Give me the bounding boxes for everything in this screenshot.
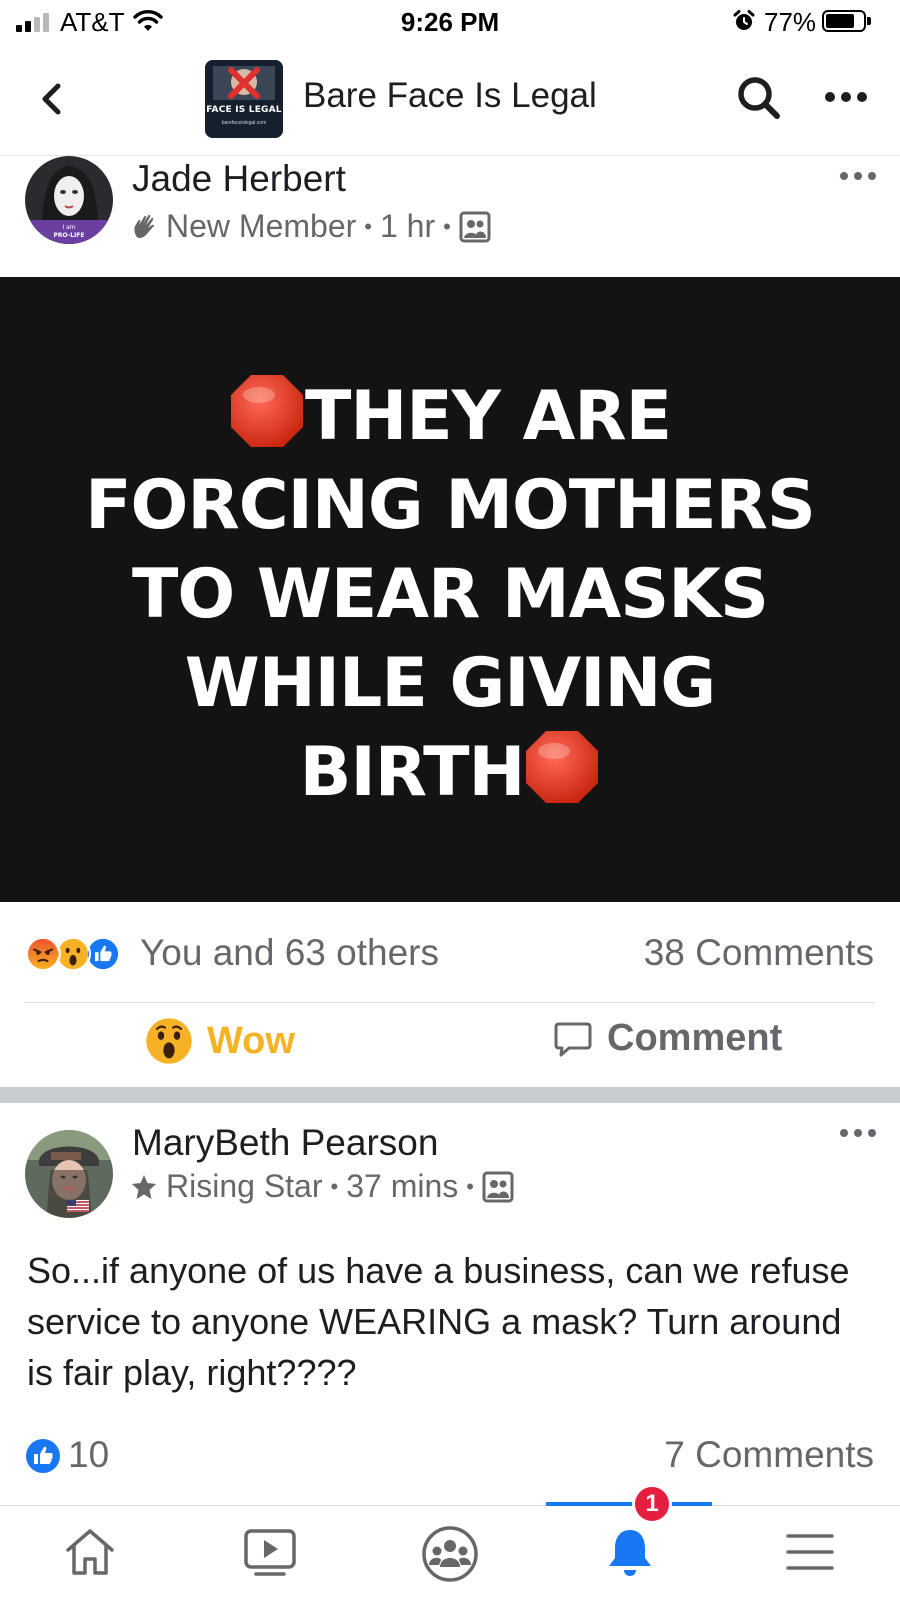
meta-separator: • — [466, 1173, 474, 1199]
alarm-clock-icon — [733, 10, 755, 30]
post-author-name[interactable]: Jade Herbert — [132, 158, 346, 200]
home-icon — [66, 1529, 114, 1575]
stop-sign-icon — [526, 731, 599, 803]
group-thumb-sublabel: barefaceislegal.com — [221, 120, 267, 126]
tab-home[interactable] — [2, 1506, 178, 1600]
menu-icon — [786, 1534, 834, 1570]
tab-menu[interactable] — [722, 1506, 898, 1600]
wow-button-label: Wow — [207, 1019, 295, 1062]
group-logo-icon — [205, 60, 283, 138]
headline-line-1: THEY ARE — [304, 377, 672, 456]
like-count[interactable]: 10 — [68, 1434, 109, 1476]
post-actions-row: Wow Comment — [0, 1003, 900, 1087]
comments-count-link[interactable]: 7 Comments — [664, 1434, 874, 1476]
author-avatar[interactable]: I am PRO-LIFE — [25, 156, 113, 244]
post-options-icon[interactable] — [838, 1123, 878, 1143]
notifications-bell-icon — [609, 1530, 651, 1576]
new-member-hand-icon — [134, 214, 155, 238]
headline-line-5: BIRTH — [299, 733, 526, 812]
back-button[interactable] — [28, 74, 78, 124]
wow-reaction-button[interactable]: Wow — [145, 1017, 295, 1065]
groups-icon — [422, 1526, 478, 1582]
reactions-summary-row: 10 7 Comments — [0, 1420, 900, 1490]
image-headline: THEY ARE FORCING MOTHERS TO WEAR MASKS W… — [40, 372, 860, 817]
post-time[interactable]: 37 mins — [346, 1168, 458, 1205]
reactions-summary-text[interactable]: You and 63 others — [140, 932, 439, 974]
wow-emoji-icon — [146, 1018, 192, 1064]
comment-button-label: Comment — [607, 1017, 783, 1059]
search-icon[interactable] — [733, 72, 785, 124]
headline-line-4: WHILE GIVING — [184, 644, 716, 723]
comments-count-link[interactable]: 38 Comments — [644, 932, 874, 974]
post-meta: Rising Star • 37 mins • — [130, 1168, 514, 1205]
angry-reaction-icon — [25, 936, 61, 972]
reaction-icons[interactable] — [25, 936, 121, 972]
headline-line-2: FORCING MOTHERS — [85, 466, 816, 545]
post-header: MaryBeth Pearson Rising Star • 37 mins • — [0, 1122, 900, 1240]
member-badge: Rising Star — [166, 1168, 323, 1204]
reactions-summary-row: You and 63 others 38 Comments — [0, 902, 900, 1002]
active-tab-indicator — [546, 1502, 712, 1506]
comment-bubble-icon — [554, 1022, 592, 1056]
avatar-photo — [25, 1130, 113, 1218]
rising-star-icon — [132, 1174, 156, 1199]
meta-separator: • — [443, 213, 451, 239]
meta-separator: • — [364, 213, 372, 239]
post-image[interactable]: THEY ARE FORCING MOTHERS TO WEAR MASKS W… — [0, 277, 900, 902]
group-members-icon — [459, 211, 491, 242]
watch-icon — [244, 1529, 296, 1576]
group-header: FACE IS LEGAL barefaceislegal.com Bare F… — [0, 46, 900, 156]
group-cover-thumbnail[interactable]: FACE IS LEGAL barefaceislegal.com — [205, 60, 283, 138]
notification-badge: 1 — [632, 1484, 672, 1524]
group-thumb-label: FACE IS LEGAL — [206, 105, 282, 115]
meta-separator: • — [330, 1173, 339, 1199]
stop-sign-icon — [230, 375, 303, 447]
bottom-tab-bar — [0, 1502, 900, 1600]
group-members-icon — [482, 1171, 514, 1202]
post-body-text: So...if anyone of us have a business, ca… — [27, 1250, 850, 1393]
post-author-name[interactable]: MaryBeth Pearson — [132, 1122, 438, 1164]
avatar-photo: I am PRO-LIFE — [25, 156, 113, 244]
post-options-icon[interactable] — [838, 166, 878, 186]
battery-icon — [822, 10, 871, 32]
like-reaction-icon[interactable] — [25, 1438, 61, 1474]
member-badge: New Member — [166, 208, 357, 244]
group-title[interactable]: Bare Face Is Legal — [303, 76, 597, 116]
headline-line-3: TO WEAR MASKS — [132, 555, 769, 634]
tab-groups[interactable] — [362, 1506, 538, 1600]
feed-separator — [0, 1087, 900, 1103]
comment-button[interactable]: Comment — [553, 1017, 782, 1060]
status-bar: AT&T 9:26 PM 77% — [0, 0, 900, 46]
tab-notifications[interactable] — [542, 1502, 718, 1600]
post-time[interactable]: 1 hr — [380, 208, 435, 245]
battery-percentage: 77% — [764, 7, 817, 37]
more-horizontal-icon[interactable] — [820, 82, 872, 112]
tab-watch[interactable] — [182, 1506, 358, 1600]
svg-text:I am: I am — [62, 224, 75, 231]
svg-text:PRO-LIFE: PRO-LIFE — [54, 232, 85, 239]
post-meta: New Member • 1 hr • — [130, 208, 491, 245]
author-avatar[interactable] — [25, 1130, 113, 1218]
post-header: I am PRO-LIFE Jade Herbert New Member • … — [0, 156, 900, 266]
